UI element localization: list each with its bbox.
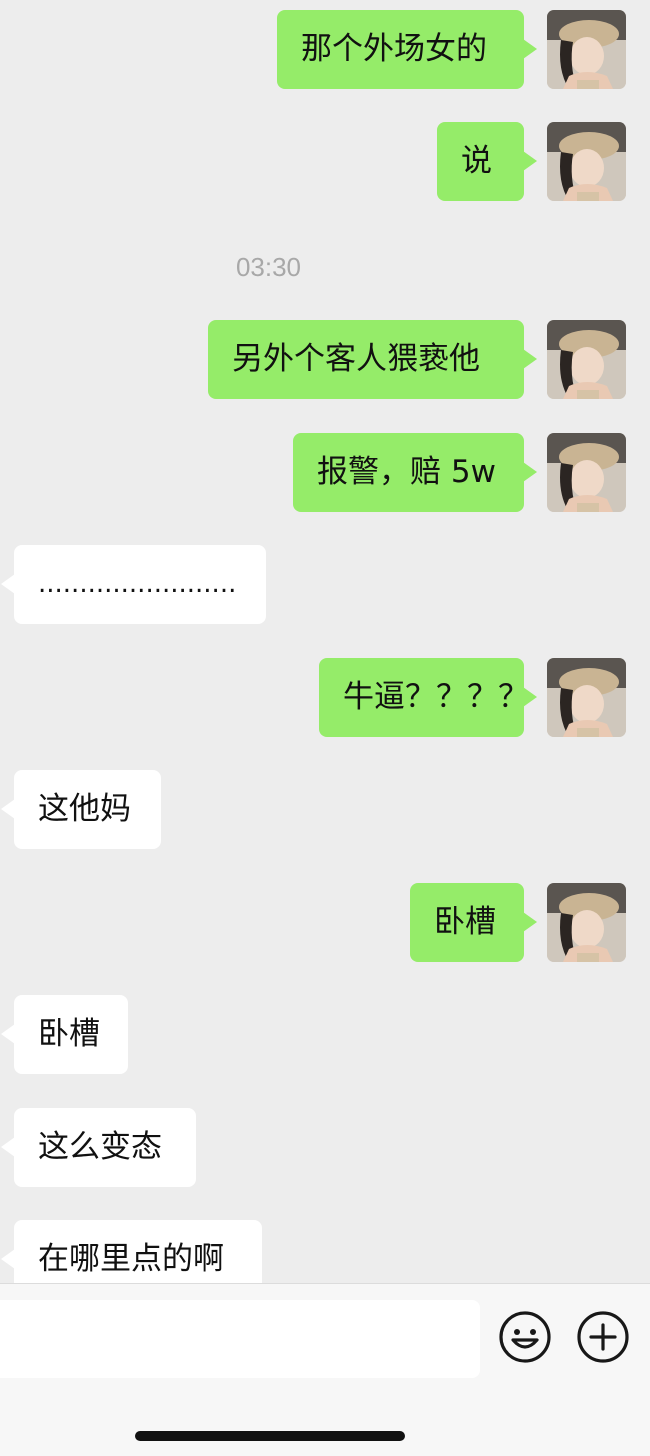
user-avatar-photo xyxy=(547,433,626,512)
user-avatar[interactable] xyxy=(547,658,626,737)
received-message-bubble[interactable]: 在哪里点的啊 xyxy=(1,1220,262,1283)
user-avatar[interactable] xyxy=(547,883,626,962)
plus-circle-icon xyxy=(577,1311,629,1363)
sent-message-bubble[interactable]: 牛逼？？？？ xyxy=(319,658,537,737)
home-indicator[interactable] xyxy=(135,1431,405,1441)
user-avatar-photo xyxy=(547,320,626,399)
user-avatar[interactable] xyxy=(547,433,626,512)
sent-message-bubble[interactable]: 卧槽 xyxy=(410,883,537,962)
user-avatar[interactable] xyxy=(547,122,626,201)
sent-message-bubble[interactable]: 另外个客人猥亵他 xyxy=(208,320,537,399)
chat-message-list[interactable]: 那个外场女的 说 03:30 另外个客人猥亵他 报警，赔 5w ........… xyxy=(0,0,650,1283)
user-avatar-photo xyxy=(547,10,626,89)
received-message-bubble[interactable]: 卧槽 xyxy=(1,995,128,1074)
sent-message-bubble[interactable]: 那个外场女的 xyxy=(277,10,537,89)
user-avatar[interactable] xyxy=(547,10,626,89)
user-avatar[interactable] xyxy=(547,320,626,399)
message-input[interactable] xyxy=(0,1300,480,1378)
user-avatar-photo xyxy=(547,122,626,201)
sent-message-bubble[interactable]: 报警，赔 5w xyxy=(293,433,537,512)
received-message-bubble[interactable]: ........................ xyxy=(1,545,266,624)
message-timestamp: 03:30 xyxy=(235,252,302,282)
user-avatar-photo xyxy=(547,658,626,737)
emoji-button[interactable] xyxy=(498,1310,552,1364)
received-message-bubble[interactable]: 这他妈 xyxy=(1,770,161,849)
received-message-bubble[interactable]: 这么变态 xyxy=(1,1108,196,1187)
sent-message-bubble[interactable]: 说 xyxy=(437,122,537,201)
more-options-button[interactable] xyxy=(576,1310,630,1364)
smiley-face-icon xyxy=(499,1311,551,1363)
user-avatar-photo xyxy=(547,883,626,962)
